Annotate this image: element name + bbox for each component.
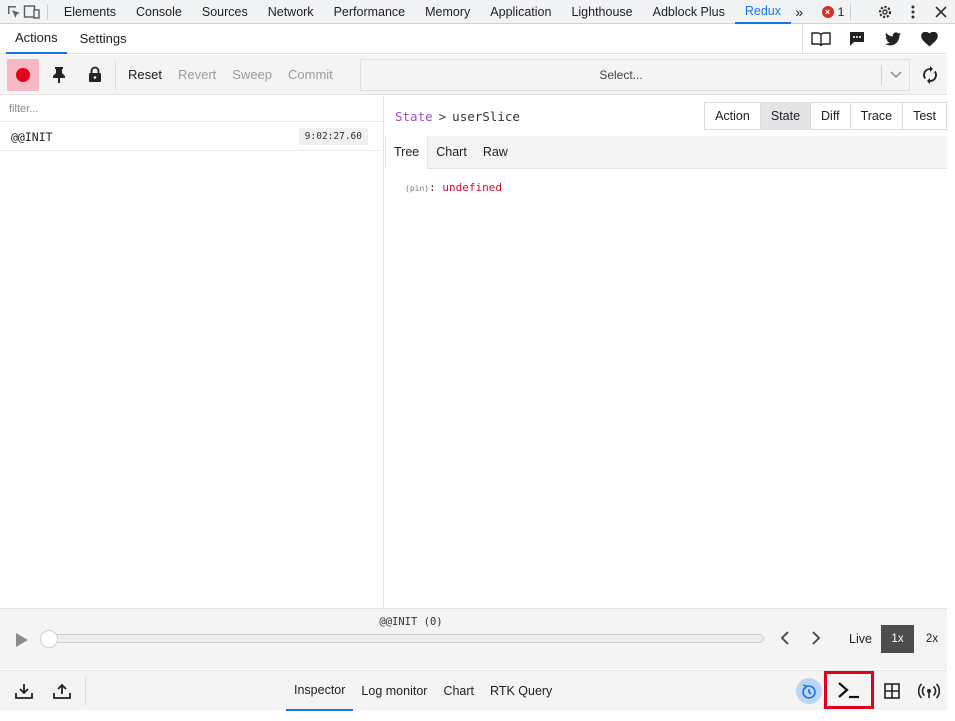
tree-separator: :	[429, 181, 443, 194]
device-toolbar-icon[interactable]	[23, 0, 41, 24]
tab-chart-monitor[interactable]: Chart	[435, 671, 482, 711]
tab-elements[interactable]: Elements	[54, 0, 126, 24]
action-timestamp: 9:02:27.60	[298, 128, 368, 145]
tab-adblock-plus[interactable]: Adblock Plus	[643, 0, 735, 24]
play-icon[interactable]	[14, 631, 30, 649]
tab-performance[interactable]: Performance	[324, 0, 416, 24]
dispatcher-grid-icon[interactable]	[880, 679, 904, 703]
live-button[interactable]: Live	[849, 632, 872, 646]
more-options-icon[interactable]	[899, 0, 927, 24]
instance-select-value: Select...	[599, 68, 643, 82]
twitter-icon[interactable]	[875, 24, 911, 54]
scrollbar-gutter	[947, 24, 955, 721]
pin-button[interactable]	[43, 60, 75, 90]
more-tabs-icon[interactable]: »	[791, 4, 808, 20]
settings-icon[interactable]	[871, 0, 899, 24]
breadcrumb-slice: userSlice	[452, 108, 520, 124]
revert-button[interactable]: Revert	[170, 60, 224, 90]
monitor-tabs: Inspector Log monitor Chart RTK Query	[286, 671, 560, 711]
record-icon	[16, 67, 30, 82]
instance-select[interactable]: Select...	[360, 59, 910, 91]
header-links	[802, 24, 947, 54]
lock-icon	[89, 66, 101, 82]
heart-icon[interactable]	[911, 24, 947, 54]
docs-book-icon[interactable]	[803, 24, 839, 54]
action-name: @@INIT	[11, 129, 53, 144]
persist-state-icon[interactable]	[796, 678, 822, 704]
filter-input[interactable]: filter...	[0, 96, 383, 122]
action-list-item[interactable]: @@INIT 9:02:27.60	[0, 123, 380, 151]
inspector-pane: State > userSlice Action State Diff Trace …	[385, 96, 947, 608]
redux-header: Actions Settings	[0, 24, 947, 54]
actions-toolbar: Reset Revert Sweep Commit Select...	[0, 55, 947, 95]
tab-lighthouse[interactable]: Lighthouse	[561, 0, 642, 24]
export-icon[interactable]	[50, 679, 74, 703]
tree-key: (pin)	[405, 184, 430, 193]
tab-settings[interactable]: Settings	[71, 24, 136, 54]
tab-rtk-query[interactable]: RTK Query	[482, 671, 560, 711]
inspector-mode-tabs: Action State Diff Trace Test	[704, 102, 947, 130]
previous-action-icon[interactable]	[777, 630, 793, 646]
breadcrumb-separator: >	[438, 108, 447, 124]
toolbar-separator	[115, 59, 116, 90]
state-tree-node: (pin): undefined	[405, 181, 502, 194]
monitor-bottom-bar: Inspector Log monitor Chart RTK Query	[0, 670, 947, 711]
terminal-icon[interactable]	[824, 671, 874, 709]
action-list-pane: filter... @@INIT 9:02:27.60	[0, 96, 384, 608]
slider-action-label: @@INIT (0)	[379, 616, 443, 628]
chevron-down-icon	[881, 65, 909, 85]
tab-diff[interactable]: Diff	[810, 103, 850, 129]
tab-application[interactable]: Application	[480, 0, 561, 24]
lock-button[interactable]	[79, 60, 111, 90]
tab-console[interactable]: Console	[126, 0, 192, 24]
tab-network[interactable]: Network	[258, 0, 324, 24]
tab-redux[interactable]: Redux	[734, 0, 792, 24]
tab-log-monitor[interactable]: Log monitor	[353, 671, 435, 711]
tab-inspector[interactable]: Inspector	[286, 671, 354, 711]
bottom-separator	[85, 677, 86, 705]
inspect-element-icon[interactable]	[5, 0, 23, 24]
import-icon[interactable]	[12, 679, 36, 703]
tab-actions[interactable]: Actions	[6, 24, 67, 54]
speed-2x-button[interactable]: 2x	[918, 625, 946, 653]
record-button[interactable]	[7, 58, 39, 91]
next-action-icon[interactable]	[808, 630, 824, 646]
speed-1x-button[interactable]: 1x	[881, 625, 914, 653]
sync-icon[interactable]	[918, 63, 942, 87]
tab-test[interactable]: Test	[902, 103, 946, 129]
tab-sources[interactable]: Sources	[192, 0, 258, 24]
slider-handle[interactable]	[40, 630, 58, 648]
slider-track[interactable]	[44, 634, 764, 643]
timeline-slider-area: @@INIT (0) Live 1x 2x	[0, 608, 947, 669]
error-icon: ×	[821, 5, 834, 18]
separator	[47, 3, 48, 20]
feedback-chat-icon[interactable]	[839, 24, 875, 54]
commit-button[interactable]: Commit	[280, 60, 341, 90]
view-tabs: Tree Chart Raw	[385, 135, 947, 169]
tab-raw[interactable]: Raw	[475, 136, 516, 169]
tab-memory[interactable]: Memory	[415, 0, 480, 24]
reset-button[interactable]: Reset	[120, 60, 170, 90]
error-count: 1	[837, 4, 845, 19]
tab-chart[interactable]: Chart	[428, 136, 475, 169]
close-icon[interactable]	[927, 0, 955, 24]
sweep-button[interactable]: Sweep	[224, 60, 280, 90]
separator	[850, 3, 851, 20]
devtools-tab-bar: Elements Console Sources Network Perform…	[0, 0, 955, 24]
pin-icon	[53, 66, 65, 83]
remote-broadcast-icon[interactable]	[917, 679, 941, 703]
error-counter[interactable]: × 1	[821, 4, 845, 19]
tab-state[interactable]: State	[759, 103, 811, 129]
breadcrumb: State > userSlice	[385, 109, 520, 124]
breadcrumb-state[interactable]: State	[395, 109, 433, 124]
tab-trace[interactable]: Trace	[849, 103, 903, 129]
inspector-header: State > userSlice Action State Diff Trace …	[385, 96, 947, 136]
tree-value: undefined	[442, 181, 502, 194]
tab-action[interactable]: Action	[705, 103, 760, 129]
tab-tree[interactable]: Tree	[385, 135, 429, 169]
